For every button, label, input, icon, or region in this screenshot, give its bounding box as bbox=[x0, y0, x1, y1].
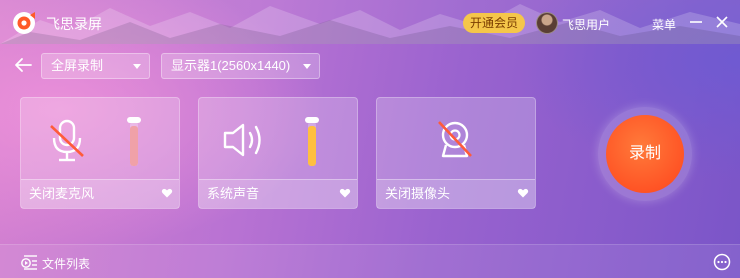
camera-off-icon[interactable] bbox=[435, 116, 475, 164]
title-bar[interactable]: 飞思录屏 开通会员 飞思用户 菜单 bbox=[0, 0, 740, 44]
app-logo-icon bbox=[13, 12, 35, 34]
camera-select-label: 关闭摄像头 bbox=[385, 186, 451, 201]
system-volume-slider[interactable] bbox=[308, 122, 316, 166]
microphone-card: 关闭麦克风 bbox=[20, 97, 180, 209]
heart-icon bbox=[161, 188, 173, 198]
chat-support-icon[interactable] bbox=[713, 253, 731, 271]
system-volume-fill bbox=[308, 126, 316, 166]
system-sound-select[interactable]: 系统声音 bbox=[199, 179, 357, 208]
microphone-volume-fill bbox=[130, 126, 138, 166]
record-button[interactable]: 录制 bbox=[606, 115, 684, 193]
app-title: 飞思录屏 bbox=[46, 16, 102, 32]
record-mode-value: 全屏录制 bbox=[51, 58, 104, 73]
speaker-icon[interactable] bbox=[221, 116, 267, 164]
camera-select[interactable]: 关闭摄像头 bbox=[377, 179, 535, 208]
username[interactable]: 飞思用户 bbox=[562, 16, 610, 33]
chevron-down-icon bbox=[133, 64, 141, 69]
vip-button[interactable]: 开通会员 bbox=[463, 13, 525, 33]
title-bar-background bbox=[0, 4, 740, 44]
system-sound-select-label: 系统声音 bbox=[207, 186, 260, 201]
display-select[interactable]: 显示器1(2560x1440) bbox=[161, 53, 320, 79]
system-sound-card: 系统声音 bbox=[198, 97, 358, 209]
display-value: 显示器1(2560x1440) bbox=[171, 58, 291, 73]
file-list-icon[interactable] bbox=[21, 254, 39, 270]
menu-button[interactable]: 菜单 bbox=[652, 16, 676, 33]
record-mode-select[interactable]: 全屏录制 bbox=[41, 53, 150, 79]
heart-icon bbox=[517, 188, 529, 198]
back-arrow-icon[interactable] bbox=[14, 57, 32, 73]
microphone-select[interactable]: 关闭麦克风 bbox=[21, 179, 179, 208]
bottom-bar: 文件列表 bbox=[0, 244, 740, 278]
chevron-down-icon bbox=[303, 64, 311, 69]
minimize-icon[interactable] bbox=[686, 12, 706, 32]
system-volume-handle[interactable] bbox=[305, 117, 319, 123]
microphone-volume-handle[interactable] bbox=[127, 117, 141, 123]
close-icon[interactable] bbox=[712, 12, 732, 32]
mic-muted-icon[interactable] bbox=[47, 116, 87, 164]
camera-card: 关闭摄像头 bbox=[376, 97, 536, 209]
heart-icon bbox=[339, 188, 351, 198]
recorder-window: 飞思录屏 开通会员 飞思用户 菜单 全屏录制 显示器1(2560x1440) 关… bbox=[0, 0, 740, 278]
microphone-volume-slider[interactable] bbox=[130, 122, 138, 166]
avatar[interactable] bbox=[536, 12, 558, 34]
microphone-select-label: 关闭麦克风 bbox=[29, 186, 95, 201]
file-list-button[interactable]: 文件列表 bbox=[42, 255, 90, 272]
